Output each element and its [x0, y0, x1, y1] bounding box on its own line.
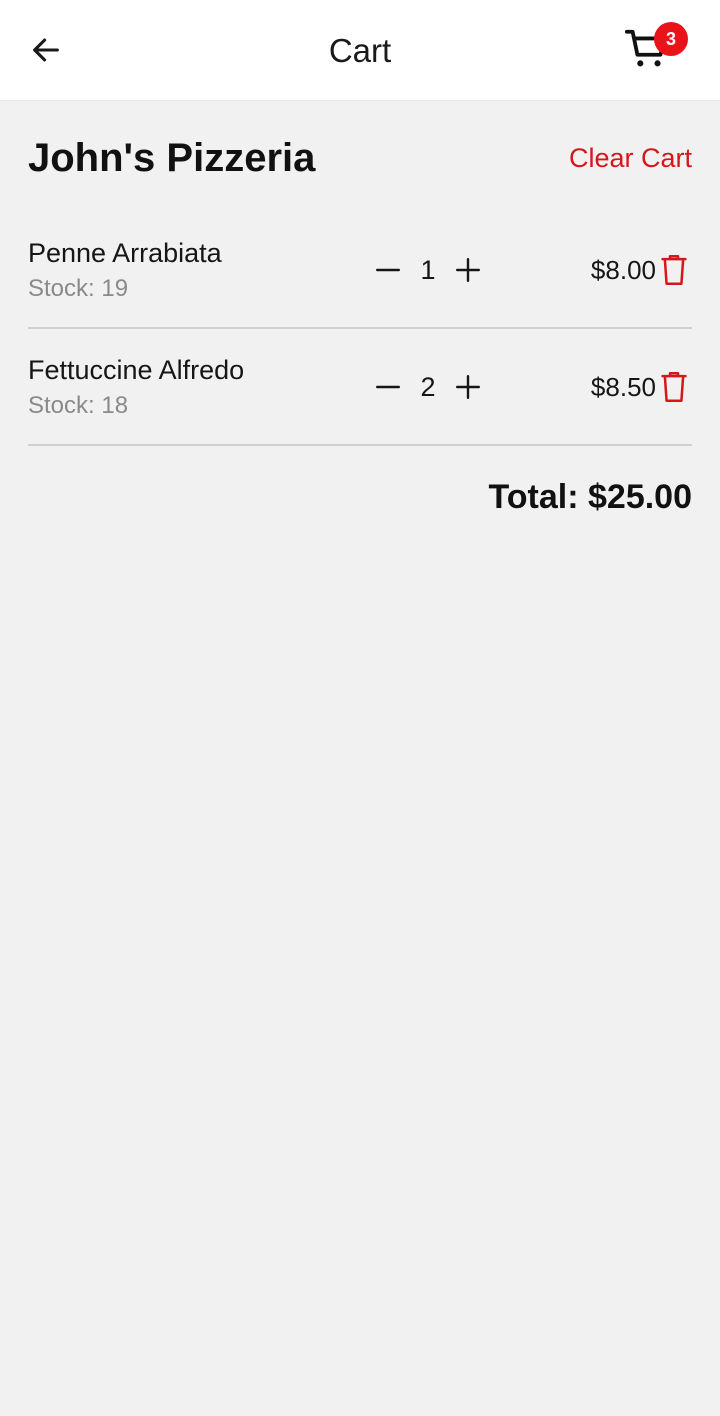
- arrow-left-icon: [33, 38, 59, 62]
- cart-item: Fettuccine Alfredo Stock: 18 2 $8.50: [28, 329, 692, 446]
- top-app-bar: Cart 3: [0, 0, 720, 101]
- item-name: Fettuccine Alfredo: [28, 355, 245, 385]
- decrease-quantity-button[interactable]: [372, 365, 404, 409]
- quantity-value: 2: [420, 372, 436, 402]
- minus-icon: [375, 385, 401, 389]
- back-button[interactable]: [22, 26, 70, 74]
- item-price: $8.00: [590, 255, 656, 285]
- store-name: John's Pizzeria: [28, 136, 316, 180]
- quantity-stepper: 2: [372, 365, 484, 409]
- cart-item: Penne Arrabiata Stock: 19 1 $8.00: [28, 212, 692, 329]
- increase-quantity-button[interactable]: [452, 248, 484, 292]
- plus-icon: [455, 257, 481, 283]
- remove-item-button[interactable]: [658, 367, 690, 407]
- item-name: Penne Arrabiata: [28, 238, 222, 268]
- remove-item-button[interactable]: [658, 250, 690, 290]
- item-price: $8.50: [590, 372, 656, 402]
- cart-button[interactable]: 3: [620, 22, 692, 82]
- trash-icon: [661, 255, 687, 285]
- page-title: Cart: [328, 32, 392, 69]
- quantity-stepper: 1: [372, 248, 484, 292]
- increase-quantity-button[interactable]: [452, 365, 484, 409]
- quantity-value: 1: [420, 255, 436, 285]
- decrease-quantity-button[interactable]: [372, 248, 404, 292]
- cart-total: Total: $25.00: [488, 478, 692, 516]
- trash-icon: [661, 372, 687, 402]
- minus-icon: [375, 268, 401, 272]
- item-stock: Stock: 19: [28, 275, 129, 302]
- item-stock: Stock: 18: [28, 392, 129, 419]
- clear-cart-button[interactable]: Clear Cart: [569, 140, 692, 176]
- cart-count-badge: 3: [654, 22, 688, 56]
- store-header: John's Pizzeria Clear Cart: [28, 130, 692, 186]
- plus-icon: [455, 374, 481, 400]
- cart-items-list: Penne Arrabiata Stock: 19 1 $8.00 Fettuc…: [28, 212, 692, 446]
